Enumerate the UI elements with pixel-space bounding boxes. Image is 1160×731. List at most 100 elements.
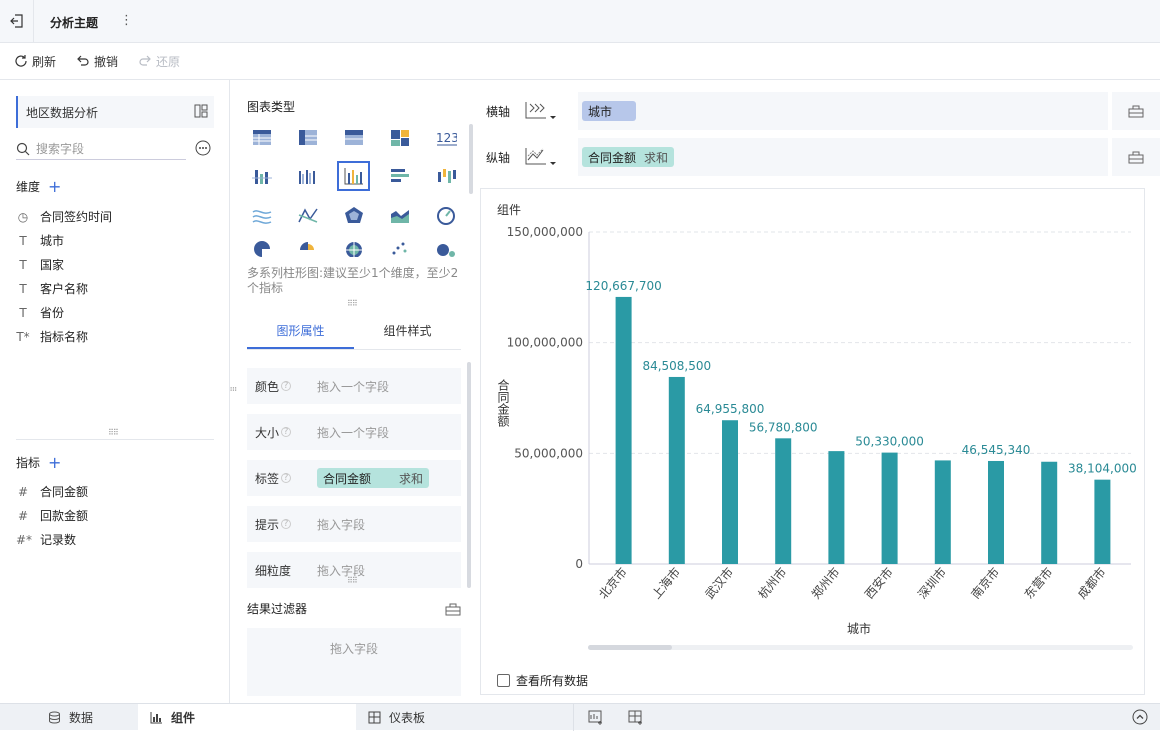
dimension-field-item[interactable]: T 省份 (16, 304, 64, 321)
radar-icon[interactable] (337, 200, 370, 230)
area-icon[interactable] (383, 200, 416, 230)
scatter-icon[interactable] (383, 239, 416, 257)
bubble-icon[interactable] (429, 239, 462, 257)
collapse-up-icon[interactable] (1132, 709, 1148, 725)
stream-icon[interactable] (245, 200, 278, 230)
result-filter-drop[interactable]: 拖入字段 (247, 628, 461, 696)
text-field-icon: T (19, 233, 27, 248)
dimension-field-item[interactable]: T 客户名称 (16, 280, 88, 297)
y-tick-label: 100,000,000 (507, 336, 583, 350)
measure-field-label: 合同金额 (40, 485, 89, 499)
help-icon: ? (281, 381, 292, 391)
stacked-column-icon[interactable] (245, 161, 278, 191)
crosstab-icon[interactable] (291, 122, 324, 152)
kpi-number-icon[interactable]: 123 (429, 122, 462, 152)
resize-grip-icon[interactable]: ⠿⠿ (347, 299, 358, 308)
toolbar: 刷新 撤销 还原 (0, 43, 1160, 80)
undo-icon (77, 55, 89, 66)
range-column-icon[interactable] (429, 161, 462, 191)
prop-color-drop[interactable]: 拖入一个字段 (317, 378, 389, 395)
add-dashboard-icon[interactable] (628, 709, 644, 725)
gauge-icon[interactable] (429, 200, 462, 230)
x-axis-settings[interactable] (1110, 92, 1160, 130)
y-axis-drop[interactable]: 合同金额 求和 (578, 138, 1108, 176)
resize-grip-icon[interactable]: ⠿⠿ (347, 576, 358, 585)
dimension-field-item[interactable]: T 城市 (16, 232, 64, 249)
detail-table-icon[interactable] (337, 122, 370, 152)
divider (16, 439, 214, 440)
prop-color[interactable]: 颜色? 拖入一个字段 (247, 368, 461, 404)
calc-number-field-icon: #* (16, 532, 33, 547)
prop-granularity-label: 细粒度 (255, 563, 292, 578)
field-search[interactable]: 搜索字段 (16, 138, 186, 160)
add-component-icon[interactable] (588, 709, 604, 725)
line-icon[interactable] (291, 200, 324, 230)
prop-tooltip-drop[interactable]: 拖入字段 (317, 516, 365, 533)
x-axis-type-icon[interactable] (524, 100, 570, 122)
prop-size[interactable]: 大小? 拖入一个字段 (247, 414, 461, 450)
refresh-button[interactable]: 刷新 (14, 53, 56, 70)
switch-dataset-icon[interactable] (194, 104, 208, 118)
measure-field-item[interactable]: # 回款金额 (16, 507, 88, 524)
data-label: 120,667,700 (585, 279, 661, 293)
text-field-icon: T (19, 281, 27, 296)
y-axis-settings[interactable] (1110, 138, 1160, 176)
prop-label[interactable]: 标签? 合同金额 求和 (247, 460, 461, 496)
redo-icon (139, 55, 151, 66)
x-axis-drop[interactable]: 城市 (578, 92, 1108, 130)
measure-field-label: 记录数 (40, 533, 77, 547)
resize-grip-icon[interactable]: ⠿⠿ (108, 428, 119, 437)
measure-field-item[interactable]: # 合同金额 (16, 483, 88, 500)
add-measure-icon[interactable]: + (48, 454, 61, 470)
prop-size-drop[interactable]: 拖入一个字段 (317, 424, 389, 441)
tab-component[interactable]: 组件 (138, 704, 356, 731)
redo-button[interactable]: 还原 (138, 53, 180, 70)
number-field-icon: # (17, 508, 29, 523)
filter-settings-icon[interactable] (445, 602, 461, 616)
add-dimension-icon[interactable]: + (48, 178, 61, 194)
bar-icon[interactable] (383, 161, 416, 191)
more-options-icon[interactable] (195, 140, 211, 156)
grouped-bar-icon[interactable] (337, 161, 370, 191)
top-bar: 分析主题 ⋮ (0, 0, 1160, 43)
y-axis-field-pill[interactable]: 合同金额 求和 (582, 147, 675, 167)
table-icon[interactable] (245, 122, 278, 152)
prop-granularity-drop[interactable]: 拖入字段 (317, 562, 365, 579)
prop-color-label: 颜色 (255, 379, 280, 394)
treemap-icon[interactable] (383, 122, 416, 152)
search-input[interactable]: 搜索字段 (36, 140, 84, 157)
x-tick-label: 上海市 (648, 564, 683, 601)
label-field-pill[interactable]: 合同金额 求和 (317, 468, 430, 488)
dimensions-header: 维度 + (16, 178, 61, 195)
dataset-selector[interactable]: 地区数据分析 (16, 96, 214, 128)
rose-icon[interactable] (291, 239, 324, 257)
exit-button[interactable] (0, 0, 34, 42)
tab-graph-properties[interactable]: 图形属性 (247, 312, 354, 349)
prop-tooltip[interactable]: 提示? 拖入字段 (247, 506, 461, 542)
number-field-icon: # (17, 484, 29, 499)
data-label: 56,780,800 (749, 420, 818, 434)
measure-field-item[interactable]: #* 记录数 (16, 531, 76, 548)
tab-component-style[interactable]: 组件样式 (354, 312, 461, 349)
view-all-data[interactable]: 查看所有数据 (497, 672, 588, 689)
pie-icon[interactable] (245, 239, 278, 257)
dimension-field-item[interactable]: T 国家 (16, 256, 64, 273)
dimension-field-item[interactable]: T* 指标名称 (16, 328, 88, 345)
tab-data[interactable]: 数据 (40, 704, 138, 731)
property-scrollbar[interactable] (467, 362, 471, 588)
undo-button[interactable]: 撤销 (76, 53, 118, 70)
property-tabs: 图形属性 组件样式 (247, 312, 461, 350)
x-tick-label: 杭州市 (755, 564, 790, 601)
view-all-checkbox[interactable] (497, 674, 510, 687)
dimension-field-label: 省份 (40, 306, 65, 320)
tab-dashboard[interactable]: 仪表板 (356, 704, 574, 731)
refresh-icon (15, 55, 27, 67)
multi-pie-icon[interactable] (337, 239, 370, 257)
calc-text-field-icon: T* (16, 329, 30, 344)
more-menu-icon[interactable]: ⋮ (120, 13, 133, 28)
y-axis-type-icon[interactable] (524, 146, 570, 168)
dimension-field-item[interactable]: ◷ 合同签约时间 (16, 208, 112, 225)
y-tick-label: 50,000,000 (514, 446, 583, 460)
multi-column-icon[interactable] (291, 161, 324, 191)
x-axis-field-pill[interactable]: 城市 (582, 101, 637, 121)
